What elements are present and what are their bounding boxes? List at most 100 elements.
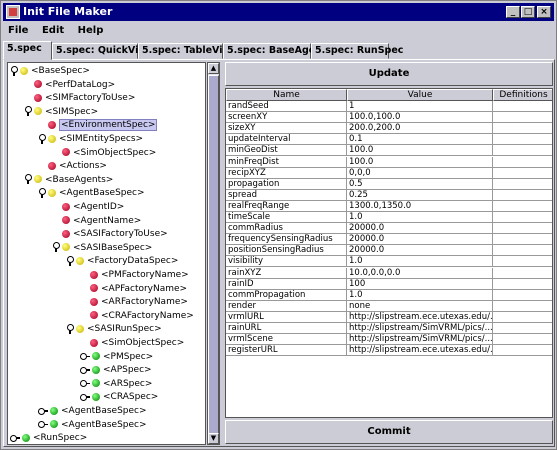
cell-definitions[interactable] [493, 301, 552, 312]
expanded-handle-icon[interactable] [24, 174, 32, 185]
tree-node[interactable]: <CRAFactoryName> [80, 309, 194, 323]
menu-help[interactable]: Help [73, 22, 109, 39]
column-header-name[interactable]: Name [226, 89, 347, 101]
cell-definitions[interactable] [493, 179, 552, 190]
cell-name[interactable]: commRadius [226, 223, 347, 235]
tree-node[interactable]: <EnvironmentSpec> [38, 118, 158, 132]
scroll-down-icon[interactable]: ▼ [208, 433, 219, 444]
cell-value[interactable]: 0.5 [347, 178, 493, 190]
tree-node[interactable]: <SASIFactoryToUse> [52, 227, 168, 241]
cell-name[interactable]: vrmlScene [226, 334, 347, 346]
collapsed-handle-icon[interactable] [80, 392, 90, 402]
cell-value[interactable]: http://slipstream.ece.utexas.edu/... [347, 311, 493, 323]
tree-node[interactable]: <SIMFactoryToUse> [24, 91, 135, 105]
collapsed-handle-icon[interactable] [38, 419, 48, 429]
cell-value[interactable]: 200.0,200.0 [347, 123, 493, 135]
cell-value[interactable]: 100 [347, 278, 493, 290]
table-row[interactable]: spread 0.25 [226, 189, 552, 201]
close-icon[interactable]: × [537, 6, 551, 18]
collapsed-handle-icon[interactable] [10, 433, 20, 443]
cell-value[interactable]: http://slipstream.ece.utexas.edu/... [347, 345, 493, 357]
expanded-handle-icon[interactable] [38, 187, 46, 198]
minimize-icon[interactable]: _ [506, 6, 520, 18]
tree-node[interactable]: <AgentBaseSpec> [38, 404, 147, 418]
cell-definitions[interactable] [493, 312, 552, 323]
table-row[interactable]: timeScale 1.0 [226, 212, 552, 223]
tab-tableview[interactable]: 5.spec: TableView [138, 43, 238, 59]
tree-node[interactable]: <SIMSpec> [24, 105, 98, 119]
collapsed-handle-icon[interactable] [80, 351, 90, 361]
cell-definitions[interactable] [493, 256, 552, 268]
cell-name[interactable]: minGeoDist [226, 145, 347, 157]
tree-node[interactable]: <PMFactoryName> [80, 268, 189, 282]
cell-definitions[interactable] [493, 323, 552, 334]
tree-node[interactable]: <BaseAgents> [24, 173, 113, 187]
spec-tree[interactable]: <BaseSpec> <PerfDataLog> <SIMFactoryToUse>… [7, 62, 206, 445]
cell-definitions[interactable] [493, 212, 552, 223]
cell-name[interactable]: spread [226, 189, 347, 201]
update-button[interactable]: Update [225, 62, 553, 86]
tree-node[interactable]: <AgentName> [52, 214, 141, 228]
cell-name[interactable]: sizeXY [226, 123, 347, 135]
table-row[interactable]: rainURL http://slipstream/SimVRML/pics/..… [226, 323, 552, 334]
cell-value[interactable]: 20000.0 [347, 223, 493, 235]
table-row[interactable]: rainXYZ 10.0,0.0,0.0 [226, 267, 552, 279]
tree-node[interactable]: <FactoryDataSpec> [66, 254, 178, 268]
cell-name[interactable]: commPropagation [226, 289, 347, 301]
cell-definitions[interactable] [493, 145, 552, 157]
cell-value[interactable]: 1.0 [347, 212, 493, 223]
expanded-handle-icon[interactable] [52, 242, 60, 253]
tree-scrollbar[interactable]: ▲ ▼ [207, 62, 220, 445]
table-row[interactable]: propagation 0.5 [226, 178, 552, 190]
tree-node[interactable]: <PerfDataLog> [24, 78, 115, 92]
scroll-up-icon[interactable]: ▲ [208, 63, 219, 74]
tree-node[interactable]: <BaseSpec> [10, 64, 90, 78]
expanded-handle-icon[interactable] [66, 255, 74, 266]
table-row[interactable]: screenXY 100.0,100.0 [226, 112, 552, 124]
cell-definitions[interactable] [493, 279, 552, 290]
cell-definitions[interactable] [493, 290, 552, 301]
cell-definitions[interactable] [493, 168, 552, 179]
cell-name[interactable]: vrmlURL [226, 311, 347, 323]
tab-quickview[interactable]: 5.spec: QuickView [52, 43, 154, 59]
tab-baseagents[interactable]: 5.spec: BaseAgents [223, 43, 332, 59]
expanded-handle-icon[interactable] [24, 106, 32, 117]
cell-name[interactable]: rainID [226, 278, 347, 290]
cell-name[interactable]: propagation [226, 178, 347, 190]
tree-node[interactable]: <ARSpec> [80, 377, 152, 391]
table-row[interactable]: minFreqDist 100.0 [226, 156, 552, 168]
cell-value[interactable]: http://slipstream/SimVRML/pics/... [347, 323, 493, 334]
cell-definitions[interactable] [493, 101, 552, 112]
tree-node[interactable]: <APFactoryName> [80, 282, 187, 296]
tree-node[interactable]: <APSpec> [80, 363, 152, 377]
cell-name[interactable]: timeScale [226, 212, 347, 223]
table-row[interactable]: visibility 1.0 [226, 256, 552, 268]
cell-definitions[interactable] [493, 345, 552, 357]
tree-node[interactable]: <Actions> [38, 159, 107, 173]
cell-value[interactable]: 100.0 [347, 156, 493, 168]
cell-value[interactable]: 1300.0,1350.0 [347, 200, 493, 212]
table-row[interactable]: randSeed 1 [226, 101, 552, 112]
cell-name[interactable]: rainXYZ [226, 267, 347, 279]
tree-node[interactable]: <SIMEntitySpecs> [38, 132, 143, 146]
cell-definitions[interactable] [493, 112, 552, 124]
table-row[interactable]: sizeXY 200.0,200.0 [226, 123, 552, 135]
tree-node[interactable]: <SASIBaseSpec> [52, 241, 152, 255]
cell-name[interactable]: registerURL [226, 345, 347, 357]
tree-node[interactable]: <SASIRunSpec> [66, 322, 162, 336]
table-row[interactable]: render none [226, 300, 552, 312]
cell-name[interactable]: recipXYZ [226, 167, 347, 179]
tree-node[interactable]: <AgentBaseSpec> [38, 418, 147, 432]
cell-definitions[interactable] [493, 334, 552, 346]
cell-value[interactable]: 10.0,0.0,0.0 [347, 267, 493, 279]
cell-name[interactable]: minFreqDist [226, 156, 347, 168]
table-row[interactable]: realFreqRange 1300.0,1350.0 [226, 200, 552, 212]
tree-node[interactable]: <RunSpec> [10, 431, 87, 444]
cell-value[interactable]: 0,0,0 [347, 167, 493, 179]
expanded-handle-icon[interactable] [10, 65, 18, 76]
tree-node[interactable]: <PMSpec> [80, 350, 153, 364]
cell-definitions[interactable] [493, 123, 552, 135]
table-row[interactable]: vrmlURL http://slipstream.ece.utexas.edu/… [226, 311, 552, 323]
cell-value[interactable]: 100.0 [347, 145, 493, 157]
cell-name[interactable]: positionSensingRadius [226, 245, 347, 257]
